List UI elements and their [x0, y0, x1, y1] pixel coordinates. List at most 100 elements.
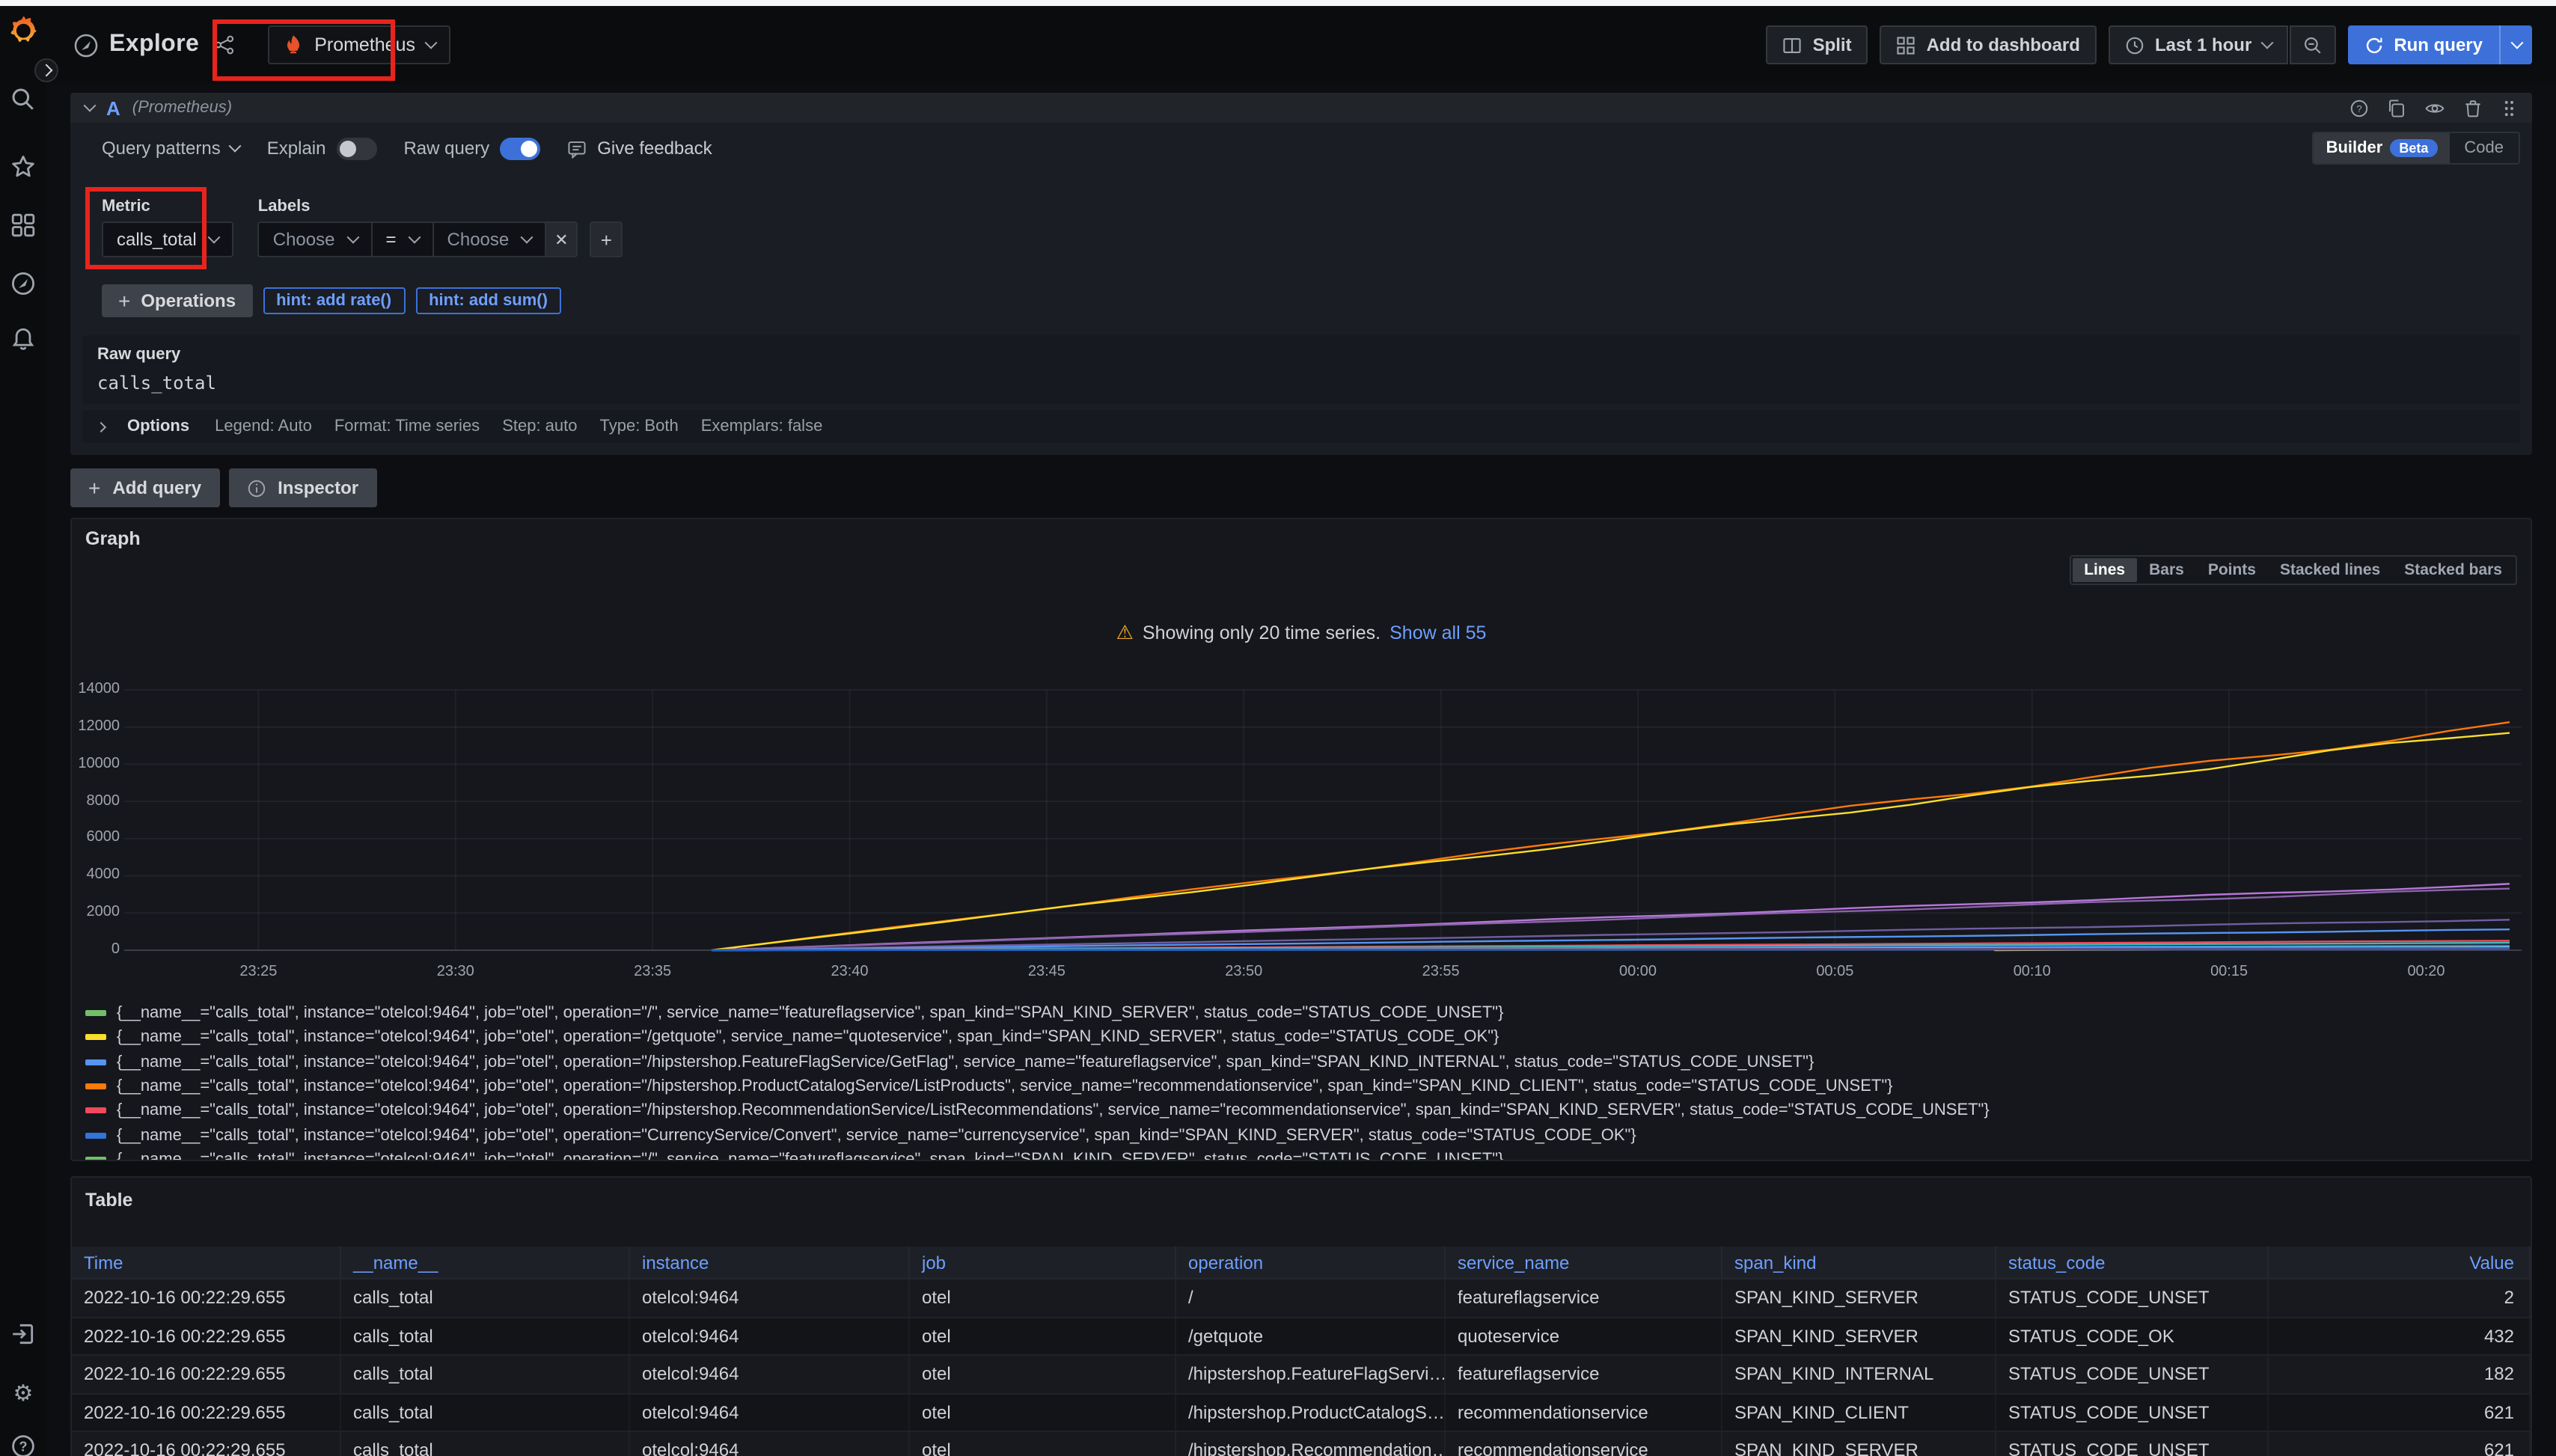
query-editor-body: Query patterns Explain Raw query Give fe…	[70, 123, 2532, 455]
graph-warning: ⚠ Showing only 20 time series. Show all …	[72, 621, 2531, 645]
column-header-name[interactable]: __name__	[341, 1247, 630, 1278]
graph-mode-bars[interactable]: Bars	[2137, 558, 2196, 582]
graph-mode-stacked-lines[interactable]: Stacked lines	[2268, 558, 2392, 582]
metric-label: Metric	[102, 198, 234, 215]
table-header-row: Time__name__instancejoboperationservice_…	[72, 1247, 2531, 1279]
hint-add-sum-button[interactable]: hint: add sum()	[415, 287, 561, 314]
collapse-chevron-icon[interactable]	[84, 100, 97, 112]
code-tab[interactable]: Code	[2449, 139, 2519, 157]
builder-tab[interactable]: Builder Beta	[2314, 133, 2450, 163]
y-tick-label: 2000	[75, 904, 120, 920]
column-header-servicename[interactable]: service_name	[1446, 1247, 1722, 1278]
grafana-logo-icon[interactable]	[7, 15, 39, 46]
graph-plot-area[interactable]	[124, 682, 2522, 958]
metric-select[interactable]: calls_total	[102, 221, 234, 257]
table-cell: 2022-10-16 00:22:29.655	[72, 1394, 341, 1431]
dashboards-icon[interactable]	[10, 212, 36, 238]
legend-item-2[interactable]: {__name__="calls_total", instance="otelc…	[85, 1026, 2531, 1050]
legend-item-3[interactable]: {__name__="calls_total", instance="otelc…	[85, 1050, 2531, 1074]
grafana-explore-app: ⚙ ? Explore Prometheus Split	[0, 0, 2556, 1456]
table-cell: 2022-10-16 00:22:29.655	[72, 1432, 341, 1456]
query-row-header[interactable]: A (Prometheus) ?	[70, 93, 2532, 123]
give-feedback-link[interactable]: Give feedback	[567, 138, 712, 159]
run-query-button[interactable]: Run query	[2347, 25, 2532, 64]
sign-in-icon[interactable]	[10, 1321, 36, 1347]
sidebar-expand-button[interactable]	[34, 58, 58, 82]
star-icon[interactable]	[10, 154, 36, 180]
search-icon[interactable]	[10, 87, 36, 112]
table-cell: /hipstershop.ProductCatalogS…	[1176, 1394, 1446, 1431]
zoom-out-button[interactable]	[2289, 25, 2335, 64]
table-cell: 621	[2269, 1394, 2531, 1431]
share-icon[interactable]	[214, 34, 235, 55]
trash-icon[interactable]	[2463, 98, 2483, 117]
table-cell: featureflagservice	[1446, 1356, 1722, 1392]
help-icon[interactable]: ?	[10, 1434, 36, 1456]
table-cell: otelcol:9464	[630, 1318, 910, 1354]
legend-label: {__name__="calls_total", instance="otelc…	[117, 1004, 1503, 1022]
column-header-Time[interactable]: Time	[72, 1247, 341, 1278]
column-header-Value[interactable]: Value	[2269, 1247, 2531, 1278]
options-row[interactable]: Options Legend: Auto Format: Time series…	[82, 410, 2520, 443]
label-key-select[interactable]: Choose	[258, 221, 371, 257]
inspector-button[interactable]: Inspector	[228, 468, 376, 507]
add-query-button[interactable]: + Add query	[70, 468, 219, 507]
graph-mode-stacked-bars[interactable]: Stacked bars	[2392, 558, 2514, 582]
show-all-link[interactable]: Show all 55	[1389, 623, 1486, 643]
table-row: 2022-10-16 00:22:29.655calls_totalotelco…	[72, 1394, 2531, 1432]
add-label-button[interactable]: +	[590, 221, 623, 257]
help-circle-icon[interactable]: ?	[2349, 98, 2369, 117]
column-header-spankind[interactable]: span_kind	[1722, 1247, 1996, 1278]
graph-mode-points[interactable]: Points	[2196, 558, 2268, 582]
x-tick-label: 23:55	[1411, 964, 1471, 980]
column-header-job[interactable]: job	[910, 1247, 1176, 1278]
query-patterns-dropdown[interactable]: Query patterns	[102, 138, 240, 159]
legend-item-5[interactable]: {__name__="calls_total", instance="otelc…	[85, 1098, 2531, 1123]
copy-icon[interactable]	[2387, 98, 2406, 117]
x-axis: 23:2523:3023:3523:4023:4523:5023:5500:00…	[124, 964, 2522, 983]
raw-query-toggle-group: Raw query	[403, 137, 540, 159]
legend-item-1[interactable]: {__name__="calls_total", instance="otelc…	[85, 1001, 2531, 1026]
y-tick-label: 10000	[75, 755, 120, 771]
table-cell: STATUS_CODE_OK	[1996, 1318, 2269, 1354]
raw-query-toggle[interactable]	[500, 137, 540, 159]
legend-item-overflow[interactable]: {__name__="calls_total", instance="otelc…	[85, 1148, 2531, 1160]
legend-item-4[interactable]: {__name__="calls_total", instance="otelc…	[85, 1074, 2531, 1099]
label-operator-select[interactable]: =	[371, 221, 432, 257]
run-query-dropdown[interactable]	[2499, 25, 2532, 64]
column-header-operation[interactable]: operation	[1176, 1247, 1446, 1278]
drag-handle-icon[interactable]	[2501, 98, 2517, 117]
split-button[interactable]: Split	[1767, 25, 1868, 64]
table-cell: SPAN_KIND_INTERNAL	[1722, 1356, 1996, 1392]
settings-gear-icon[interactable]: ⚙	[10, 1381, 36, 1407]
remove-label-button[interactable]: ✕	[545, 221, 578, 257]
column-header-instance[interactable]: instance	[630, 1247, 910, 1278]
legend-item-6[interactable]: {__name__="calls_total", instance="otelc…	[85, 1123, 2531, 1148]
add-operation-button[interactable]: + Operations	[102, 284, 252, 317]
explain-label: Explain	[267, 138, 326, 159]
explore-compass-icon[interactable]	[10, 271, 36, 296]
table-cell: 2022-10-16 00:22:29.655	[72, 1279, 341, 1316]
explain-toggle[interactable]	[336, 137, 376, 159]
time-range-button[interactable]: Last 1 hour	[2109, 25, 2287, 64]
query-row-actions: ?	[2349, 98, 2517, 117]
table-cell: 2022-10-16 00:22:29.655	[72, 1318, 341, 1354]
column-header-statuscode[interactable]: status_code	[1996, 1247, 2269, 1278]
options-exemplars: Exemplars: false	[701, 417, 823, 435]
table-cell: /hipstershop.FeatureFlagServi…	[1176, 1356, 1446, 1392]
builder-code-switch: Builder Beta Code	[2313, 132, 2520, 165]
label-value-select[interactable]: Choose	[432, 221, 545, 257]
hint-add-rate-button[interactable]: hint: add rate()	[263, 287, 405, 314]
table-cell: /hipstershop.Recommendation…	[1176, 1432, 1446, 1456]
y-axis: 02000400060008000100001200014000	[75, 682, 120, 958]
plus-icon: +	[88, 476, 100, 500]
add-to-dashboard-button[interactable]: Add to dashboard	[1880, 25, 2097, 64]
datasource-picker[interactable]: Prometheus	[268, 25, 450, 64]
alerting-bell-icon[interactable]	[10, 326, 36, 352]
graph-mode-lines[interactable]: Lines	[2072, 558, 2137, 582]
y-tick-label: 14000	[75, 681, 120, 697]
table-cell: STATUS_CODE_UNSET	[1996, 1356, 2269, 1392]
y-tick-label: 6000	[75, 830, 120, 846]
eye-icon[interactable]	[2424, 98, 2445, 117]
x-tick-label: 00:05	[1805, 964, 1865, 980]
